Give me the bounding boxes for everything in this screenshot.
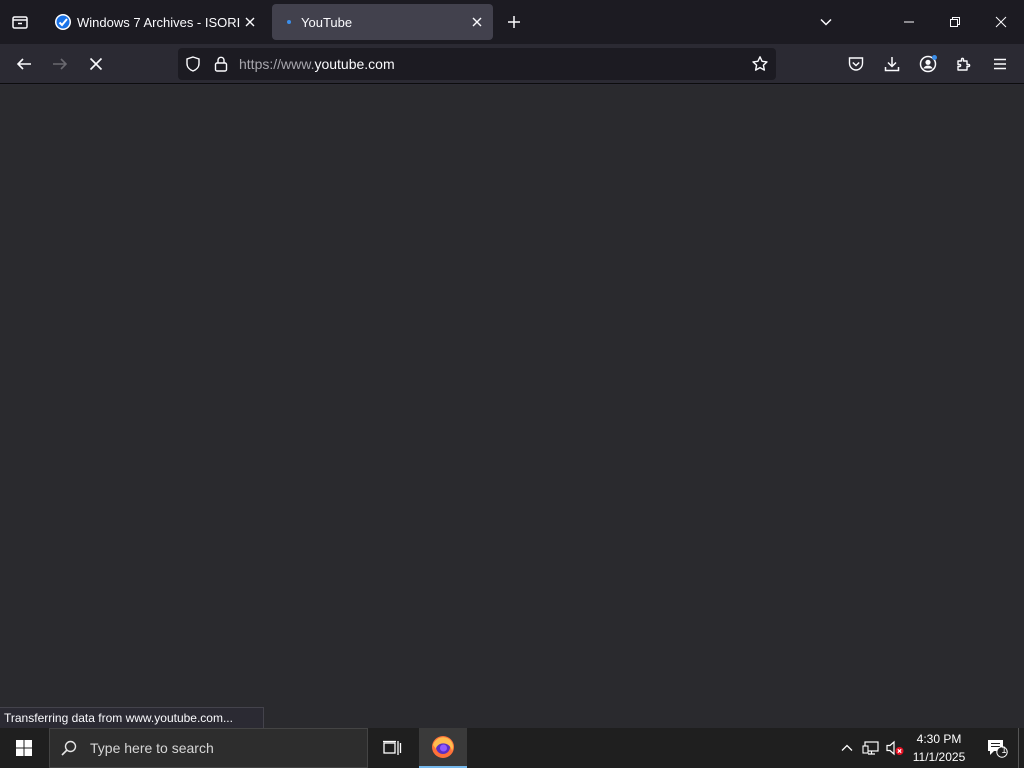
downloads-button[interactable] xyxy=(876,48,908,80)
search-icon xyxy=(61,740,77,756)
new-tab-button[interactable] xyxy=(500,8,528,36)
tab-close-button[interactable] xyxy=(467,12,487,32)
account-icon xyxy=(919,55,937,73)
forward-button[interactable] xyxy=(44,48,76,80)
url-domain: youtube.com xyxy=(314,56,395,72)
extensions-icon xyxy=(957,57,971,71)
firefox-icon xyxy=(432,736,454,758)
tab-label: YouTube xyxy=(301,14,353,30)
taskbar: Type here to search 4:30 PM 11/1/2025 1 xyxy=(0,728,1024,768)
download-icon xyxy=(884,57,900,72)
back-button[interactable] xyxy=(8,48,40,80)
action-center-button[interactable]: 1 xyxy=(978,728,1016,768)
url-prefix: https://www. xyxy=(239,56,315,72)
tracking-protection-button[interactable] xyxy=(184,55,202,73)
stop-button[interactable] xyxy=(80,48,112,80)
task-view-icon xyxy=(383,740,402,755)
volume-button[interactable] xyxy=(884,736,906,760)
url-text[interactable]: https://www.youtube.com xyxy=(239,56,395,72)
account-button[interactable] xyxy=(912,48,944,80)
tab-close-button[interactable] xyxy=(240,12,260,32)
tab-isoriver[interactable]: Windows 7 Archives - ISORIVER xyxy=(44,4,268,40)
start-button[interactable] xyxy=(0,728,48,768)
network-icon xyxy=(862,741,879,755)
list-all-tabs-button[interactable] xyxy=(810,6,842,38)
lock-icon xyxy=(214,56,228,72)
taskbar-firefox-button[interactable] xyxy=(419,728,467,768)
show-desktop-button[interactable] xyxy=(1018,728,1024,768)
show-hidden-icons-button[interactable] xyxy=(836,736,858,760)
clock-date: 11/1/2025 xyxy=(912,750,966,764)
close-icon xyxy=(472,17,482,27)
task-view-button[interactable] xyxy=(370,728,414,768)
notification-count: 1 xyxy=(1001,745,1007,755)
volume-muted-icon xyxy=(886,740,904,756)
shield-icon xyxy=(186,56,200,72)
forward-arrow-icon xyxy=(53,58,68,70)
close-icon xyxy=(995,16,1007,28)
app-menu-button[interactable] xyxy=(984,48,1016,80)
star-icon xyxy=(752,56,768,71)
tab-list-button[interactable] xyxy=(4,6,36,38)
close-icon xyxy=(245,17,255,27)
minimize-button[interactable] xyxy=(886,0,932,44)
tab-label: Windows 7 Archives - ISORIVER xyxy=(77,14,240,30)
chevron-up-icon xyxy=(841,744,853,751)
navigation-toolbar: https://www.youtube.com xyxy=(0,44,1024,84)
restore-icon xyxy=(950,17,960,27)
stop-icon xyxy=(89,57,103,71)
network-button[interactable] xyxy=(860,736,882,760)
pocket-button[interactable] xyxy=(840,48,872,80)
hamburger-menu-icon xyxy=(994,58,1006,70)
windows-start-icon xyxy=(16,740,32,756)
checkmark-favicon xyxy=(55,14,71,30)
search-placeholder: Type here to search xyxy=(90,740,214,756)
page-content[interactable] xyxy=(0,85,1024,728)
tab-list-icon xyxy=(12,16,28,29)
loading-dot-icon xyxy=(281,14,297,30)
plus-icon xyxy=(508,16,520,28)
taskbar-search-box[interactable]: Type here to search xyxy=(49,728,368,768)
extensions-button[interactable] xyxy=(948,48,980,80)
chevron-down-icon xyxy=(820,18,832,26)
restore-button[interactable] xyxy=(932,0,978,44)
close-window-button[interactable] xyxy=(978,0,1024,44)
title-bar: Windows 7 Archives - ISORIVER YouTube xyxy=(0,0,1024,44)
tab-youtube[interactable]: YouTube xyxy=(272,4,493,40)
bookmark-button[interactable] xyxy=(751,55,769,73)
status-panel: Transferring data from www.youtube.com..… xyxy=(0,707,264,728)
pocket-icon xyxy=(848,57,864,71)
minimize-icon xyxy=(904,21,914,23)
url-bar[interactable]: https://www.youtube.com xyxy=(178,48,776,80)
back-arrow-icon xyxy=(16,58,31,70)
site-security-button[interactable] xyxy=(212,55,230,73)
clock-time: 4:30 PM xyxy=(916,732,962,746)
